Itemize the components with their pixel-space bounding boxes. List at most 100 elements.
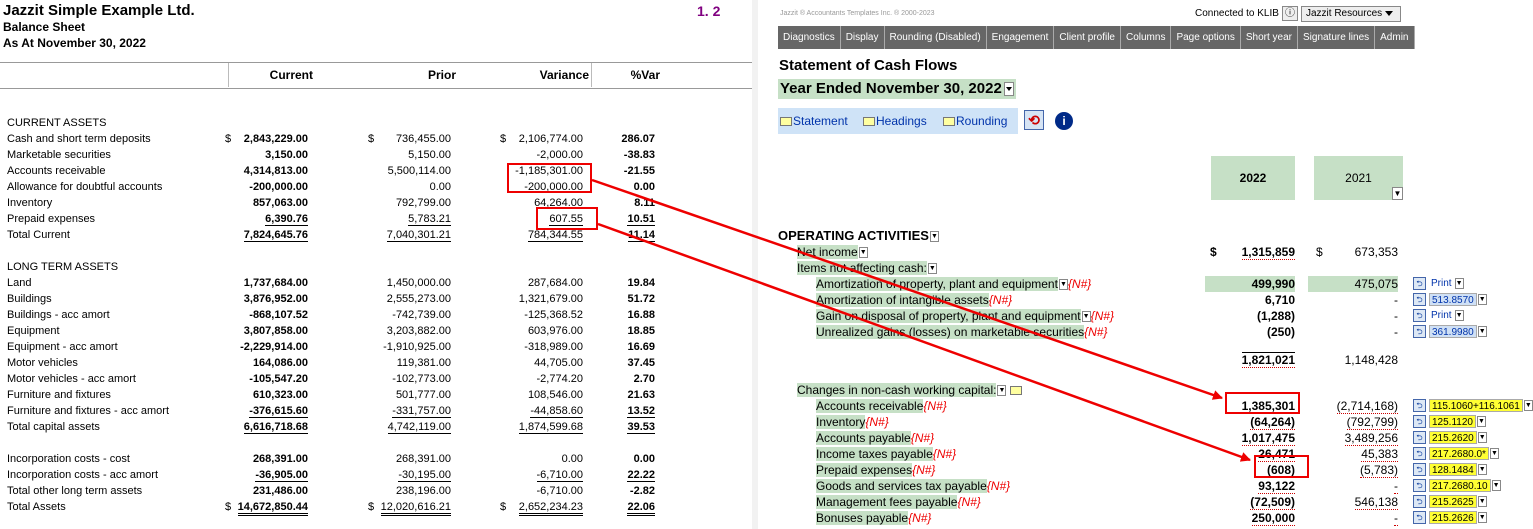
item-label: Amortization of intangible assets (816, 293, 989, 307)
cashflow-item-row: Gain on disposal of property, plant and … (758, 308, 1533, 324)
chevron-down-icon[interactable]: ▼ (1392, 187, 1403, 200)
item-prior: - (1394, 511, 1398, 526)
chevron-down-icon[interactable]: ▼ (997, 385, 1007, 397)
cell-prior: 5,783.21 (408, 213, 451, 226)
col-separator (591, 63, 592, 87)
report-date: As At November 30, 2022 (3, 36, 146, 50)
year-ended-dropdown[interactable]: Year Ended November 30, 2022 (778, 79, 1016, 99)
chevron-down-icon[interactable]: ▼ (1477, 294, 1487, 305)
row-label: Land (7, 277, 32, 289)
account-ref[interactable]: 217.2680.0* (1429, 447, 1489, 460)
account-ref[interactable]: 128.1484 (1429, 463, 1477, 476)
menu-page-options[interactable]: Page options (1171, 26, 1241, 49)
resources-dropdown[interactable]: Jazzit Resources (1301, 6, 1401, 22)
tick-icon[interactable]: ⮌ (1413, 415, 1426, 428)
page-number: 1. 2 (697, 3, 721, 19)
chevron-down-icon[interactable]: ▼ (1476, 416, 1486, 427)
item-label: Inventory (816, 415, 866, 429)
changes-label: Changes in non-cash working capital: (797, 383, 997, 397)
cell-pct-var: 8.11 (634, 197, 655, 209)
menu-columns[interactable]: Columns (1121, 26, 1172, 49)
tab-headings[interactable]: Headings (863, 114, 927, 128)
chevron-down-icon[interactable]: ▼ (1477, 496, 1487, 507)
menu-client-profile[interactable]: Client profile (1054, 26, 1121, 49)
working-capital-row: Bonuses payable{N#} 250,000 - ⮌ 215.2626 ▼ (758, 510, 1533, 526)
chevron-down-icon[interactable]: ▼ (858, 247, 868, 259)
account-ref[interactable]: 215.2625 (1429, 495, 1477, 508)
balance-sheet-panel: Jazzit Simple Example Ltd. Balance Sheet… (0, 0, 752, 529)
item-label: Unrealized gains (losses) on marketable … (816, 325, 1085, 339)
chevron-down-icon[interactable]: ▼ (1477, 432, 1487, 443)
tick-icon[interactable]: ⮌ (1413, 463, 1426, 476)
cell-prior: -331,757.00 (392, 405, 451, 418)
chevron-down-icon[interactable]: ▼ (1477, 326, 1487, 337)
cell-prior: 7,040,301.21 (386, 229, 451, 242)
tick-icon[interactable]: ⮌ (1413, 495, 1426, 508)
year-ended-label: Year Ended November 30, 2022 (780, 80, 1002, 97)
col-header-current: Current (269, 68, 313, 82)
tab-statement[interactable]: Statement (780, 114, 848, 128)
chevron-down-icon[interactable]: ▼ (1523, 400, 1533, 411)
menu-display[interactable]: Display (841, 26, 885, 49)
chevron-down-icon[interactable]: ▼ (1477, 512, 1487, 523)
nhash-marker: {N#} (910, 431, 935, 445)
menu-bar: Diagnostics Display Rounding (Disabled) … (778, 26, 1415, 49)
tick-icon[interactable]: ⮌ (1413, 511, 1426, 524)
menu-rounding[interactable]: Rounding (Disabled) (885, 26, 987, 49)
account-ref[interactable]: 125.1120 (1429, 415, 1476, 428)
cell-prior: 736,455.00 (395, 133, 451, 145)
chevron-down-icon[interactable]: ▼ (1491, 480, 1501, 491)
cell-current: 3,150.00 (265, 149, 308, 161)
account-ref[interactable]: 217.2680.10 (1429, 479, 1491, 492)
refresh-icon[interactable]: ⟲ (1024, 110, 1044, 130)
cell-current: 268,391.00 (252, 453, 308, 465)
tick-icon[interactable]: ⮌ (1413, 325, 1426, 338)
cashflow-item-row: Amortization of property, plant and equi… (758, 276, 1533, 292)
tick-icon[interactable]: ⮌ (1413, 277, 1426, 290)
nhash-marker: {N#} (986, 479, 1011, 493)
account-ref[interactable]: 215.2626 (1429, 511, 1477, 524)
operating-label: OPERATING ACTIVITIES (778, 228, 929, 243)
menu-admin[interactable]: Admin (1375, 26, 1415, 49)
menu-signature-lines[interactable]: Signature lines (1298, 26, 1376, 49)
cell-variance: 287,684.00 (527, 277, 583, 289)
cell-prior: 792,799.00 (395, 197, 451, 209)
cell-pct-var: 16.69 (627, 341, 655, 353)
menu-engagement[interactable]: Engagement (987, 26, 1055, 49)
tick-icon[interactable]: ⮌ (1413, 479, 1426, 492)
section-current-assets: CURRENT ASSETS (7, 117, 107, 129)
chevron-down-icon[interactable]: ▼ (1058, 279, 1068, 291)
print-link[interactable]: Print (1429, 277, 1454, 290)
chevron-down-icon[interactable]: ▼ (929, 231, 939, 243)
tick-icon[interactable]: ⮌ (1413, 293, 1426, 306)
info-button[interactable]: ⓘ (1282, 6, 1298, 21)
chevron-down-icon[interactable]: ▼ (927, 263, 937, 275)
menu-diagnostics[interactable]: Diagnostics (778, 26, 841, 49)
table-row: Incorporation costs - acc amort -36,905.0… (0, 468, 752, 484)
cell-pct-var: 21.63 (627, 389, 655, 401)
folder-icon[interactable] (1009, 386, 1022, 396)
tick-icon[interactable]: ⮌ (1413, 309, 1426, 322)
folder-icon (943, 117, 955, 127)
connection-status: Connected to KLIB (1195, 8, 1279, 19)
menu-short-year[interactable]: Short year (1241, 26, 1298, 49)
account-ref[interactable]: 513.8570 (1429, 293, 1477, 306)
account-ref[interactable]: 115.1060+116.1061 (1429, 399, 1523, 412)
chevron-down-icon[interactable]: ▼ (1081, 311, 1091, 323)
row-label: Equipment - acc amort (7, 341, 118, 353)
working-capital-row: Management fees payable{N#} (72,509) 546,1… (758, 494, 1533, 510)
tick-icon[interactable]: ⮌ (1413, 399, 1426, 412)
tick-icon[interactable]: ⮌ (1413, 447, 1426, 460)
account-ref[interactable]: 215.2620 (1429, 431, 1477, 444)
tick-icon[interactable]: ⮌ (1413, 431, 1426, 444)
table-row: Marketable securities 3,150.00 5,150.00 -2,… (0, 148, 752, 164)
info-icon[interactable]: i (1055, 112, 1073, 130)
chevron-down-icon[interactable]: ▼ (1454, 310, 1464, 321)
print-link[interactable]: Print (1429, 309, 1454, 322)
item-current: (64,264) (1250, 415, 1295, 430)
chevron-down-icon[interactable]: ▼ (1489, 448, 1499, 459)
chevron-down-icon[interactable]: ▼ (1454, 278, 1464, 289)
tab-rounding[interactable]: Rounding (943, 114, 1007, 128)
account-ref[interactable]: 361.9980 (1429, 325, 1477, 338)
chevron-down-icon[interactable]: ▼ (1477, 464, 1487, 475)
